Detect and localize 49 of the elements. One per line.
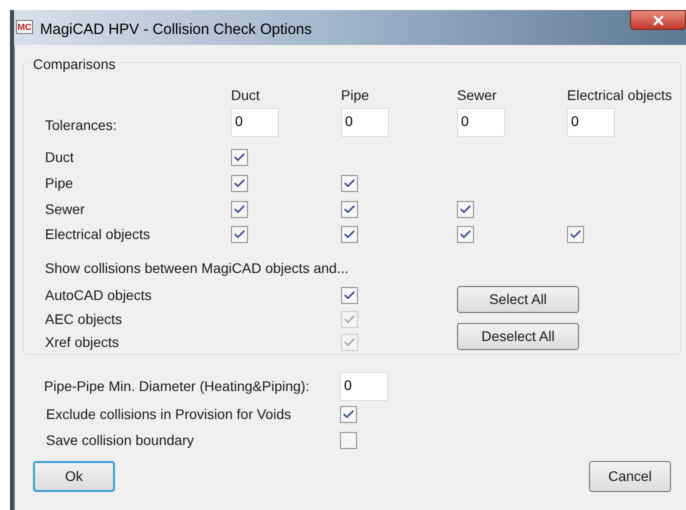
action-button[interactable]: Deselect All (457, 322, 579, 350)
checkbox[interactable] (231, 200, 248, 218)
checkbox[interactable] (341, 226, 358, 244)
checkbox[interactable] (340, 432, 357, 448)
window-title: MagiCAD HPV - Collision Check Options (40, 20, 312, 40)
tolerance-field[interactable]: 0 (457, 108, 505, 137)
row-label: Tolerances: (45, 116, 118, 135)
checkbox[interactable] (457, 226, 474, 244)
action-button[interactable]: Select All (457, 286, 579, 313)
option-label: Exclude collisions in Provision for Voids (46, 404, 292, 424)
column-header: Sewer (457, 86, 498, 105)
diameter-label: Pipe-Pipe Min. Diameter (Heating&Piping): (44, 376, 310, 396)
object-label: AutoCAD objects (45, 286, 153, 305)
tolerance-field[interactable]: 0 (231, 108, 279, 137)
column-header: Pipe (341, 86, 370, 105)
checkbox[interactable] (340, 406, 357, 422)
app-logo: MC (16, 20, 33, 34)
row-label: Sewer (45, 200, 86, 219)
check-icon (343, 202, 356, 216)
dialog-button[interactable]: Ok (33, 461, 115, 492)
object-label: AEC objects (45, 310, 124, 329)
option-label: Save collision boundary (46, 430, 195, 450)
row-label: Duct (45, 148, 75, 168)
close-icon (650, 12, 666, 28)
section-note: Show collisions between MagiCAD objects and... (45, 258, 348, 278)
check-icon (342, 408, 355, 420)
diameter-field[interactable]: 0 (340, 372, 388, 400)
check-icon (343, 312, 356, 326)
checkbox[interactable] (231, 149, 248, 166)
check-icon (233, 202, 246, 216)
column-header: Electrical objects (567, 86, 674, 105)
checkbox[interactable] (457, 200, 474, 218)
row-label: Pipe (45, 174, 74, 194)
tolerance-field[interactable]: 0 (341, 108, 389, 137)
close-button[interactable] (630, 10, 686, 30)
checkbox[interactable] (341, 175, 358, 192)
checkbox[interactable] (231, 226, 248, 244)
row-label: Electrical objects (45, 225, 152, 244)
check-icon (459, 202, 472, 216)
tolerance-field[interactable]: 0 (567, 108, 615, 137)
object-label: Xref objects (45, 333, 120, 352)
column-header: Duct (231, 86, 261, 105)
dialog-button[interactable]: Cancel (589, 461, 671, 492)
checkbox[interactable] (567, 226, 584, 244)
checkbox[interactable] (231, 175, 248, 192)
checkbox[interactable] (341, 287, 358, 304)
check-icon (343, 336, 356, 349)
checkbox[interactable] (341, 200, 358, 218)
check-icon (343, 289, 356, 302)
